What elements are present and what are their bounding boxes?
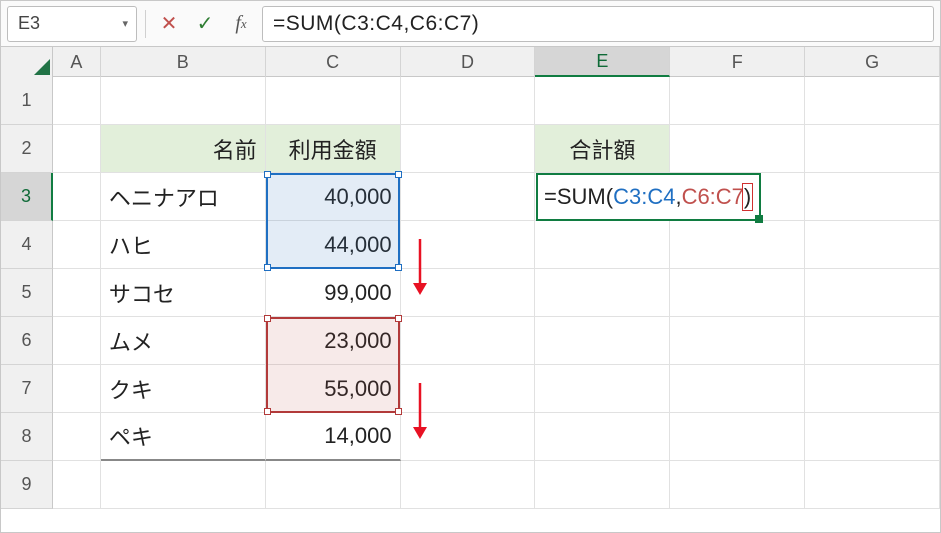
column-headers: A B C D E F G [1,47,940,77]
separator [145,10,146,38]
cell[interactable] [670,77,805,125]
cell[interactable] [101,461,266,509]
cell[interactable] [53,365,101,413]
col-header-c[interactable]: C [266,47,401,77]
cell[interactable] [401,317,536,365]
fx-button[interactable]: fx [226,8,256,40]
row-header-1[interactable]: 1 [1,77,53,125]
cell[interactable] [805,269,940,317]
cell[interactable] [670,413,805,461]
row-header-2[interactable]: 2 [1,125,53,173]
cell[interactable] [805,173,940,221]
cell-amount[interactable]: 55,000 [266,365,401,413]
cell[interactable] [805,125,940,173]
formula-close: ) [742,183,753,211]
header-total[interactable]: 合計額 [535,125,670,173]
cell[interactable] [535,317,670,365]
cell[interactable] [101,77,266,125]
chevron-down-icon[interactable]: ▾ [122,17,128,30]
cell[interactable] [535,365,670,413]
header-amount[interactable]: 利用金額 [266,125,401,173]
col-header-f[interactable]: F [670,47,805,77]
formula-range1: C3:C4 [613,184,675,210]
cell[interactable] [805,317,940,365]
row-header-6[interactable]: 6 [1,317,53,365]
cell-amount[interactable]: 99,000 [266,269,401,317]
cell[interactable] [805,365,940,413]
cell-name[interactable]: ペキ [101,413,266,461]
cell[interactable] [670,317,805,365]
row-header-7[interactable]: 7 [1,365,53,413]
cell[interactable] [401,413,536,461]
cell[interactable] [670,461,805,509]
cell[interactable] [805,413,940,461]
cell[interactable] [401,77,536,125]
cell[interactable] [401,125,536,173]
cell[interactable] [401,269,536,317]
cell[interactable] [401,221,536,269]
accept-button[interactable]: ✓ [190,8,220,40]
cell[interactable] [53,77,101,125]
cell[interactable] [401,461,536,509]
formula-range2: C6:C7 [682,184,744,210]
cell-amount[interactable]: 44,000 [266,221,401,269]
cell[interactable] [53,317,101,365]
formula-text: =SUM(C3:C4,C6:C7) [273,12,479,36]
col-header-a[interactable]: A [53,47,101,77]
cell[interactable] [805,461,940,509]
cell-name[interactable]: ムメ [101,317,266,365]
formula-eq: = [544,184,557,210]
row-header-3[interactable]: 3 [1,173,53,221]
formula-input[interactable]: =SUM(C3:C4,C6:C7) [262,6,934,42]
col-header-g[interactable]: G [805,47,940,77]
cell-name[interactable]: クキ [101,365,266,413]
grid-body: 1 2 名前 利用金額 合計額 3 ヘニナアロ 40,000 [1,77,940,509]
cell[interactable] [535,221,670,269]
row-header-5[interactable]: 5 [1,269,53,317]
cell-amount[interactable]: 14,000 [266,413,401,461]
cell[interactable] [53,173,101,221]
cell-amount[interactable]: 23,000 [266,317,401,365]
col-header-b[interactable]: B [101,47,266,77]
cell[interactable] [535,461,670,509]
select-all-corner[interactable] [1,47,53,77]
cell[interactable] [535,413,670,461]
cell-name[interactable]: ハヒ [101,221,266,269]
cell[interactable] [670,125,805,173]
cell[interactable] [53,269,101,317]
formula-bar: E3 ▾ ✕ ✓ fx =SUM(C3:C4,C6:C7) [1,1,940,47]
cell[interactable] [401,365,536,413]
editing-cell[interactable]: =SUM(C3:C4,C6:C7) [536,173,761,221]
cell-amount[interactable]: 40,000 [266,173,401,221]
cancel-button[interactable]: ✕ [154,8,184,40]
col-header-e[interactable]: E [535,47,670,77]
name-box[interactable]: E3 ▾ [7,6,137,42]
cell[interactable] [805,77,940,125]
cell[interactable] [53,461,101,509]
row-header-4[interactable]: 4 [1,221,53,269]
header-name[interactable]: 名前 [101,125,266,173]
cell[interactable] [53,125,101,173]
cell[interactable] [670,365,805,413]
cell[interactable] [401,173,536,221]
cell-name[interactable]: ヘニナアロ [101,173,266,221]
name-box-value: E3 [18,13,40,34]
cell[interactable] [53,221,101,269]
formula-fn: SUM [557,184,606,210]
row-header-9[interactable]: 9 [1,461,53,509]
cell[interactable] [53,413,101,461]
cell-name[interactable]: サコセ [101,269,266,317]
cell[interactable] [266,77,401,125]
cell[interactable] [805,221,940,269]
cell[interactable] [670,221,805,269]
cell[interactable] [670,269,805,317]
cell[interactable] [535,269,670,317]
cell[interactable] [535,77,670,125]
col-header-d[interactable]: D [401,47,536,77]
cell[interactable] [266,461,401,509]
row-header-8[interactable]: 8 [1,413,53,461]
formula-open: ( [606,184,613,210]
spreadsheet-grid: A B C D E F G 1 2 名前 利用金額 合計額 [1,47,940,532]
